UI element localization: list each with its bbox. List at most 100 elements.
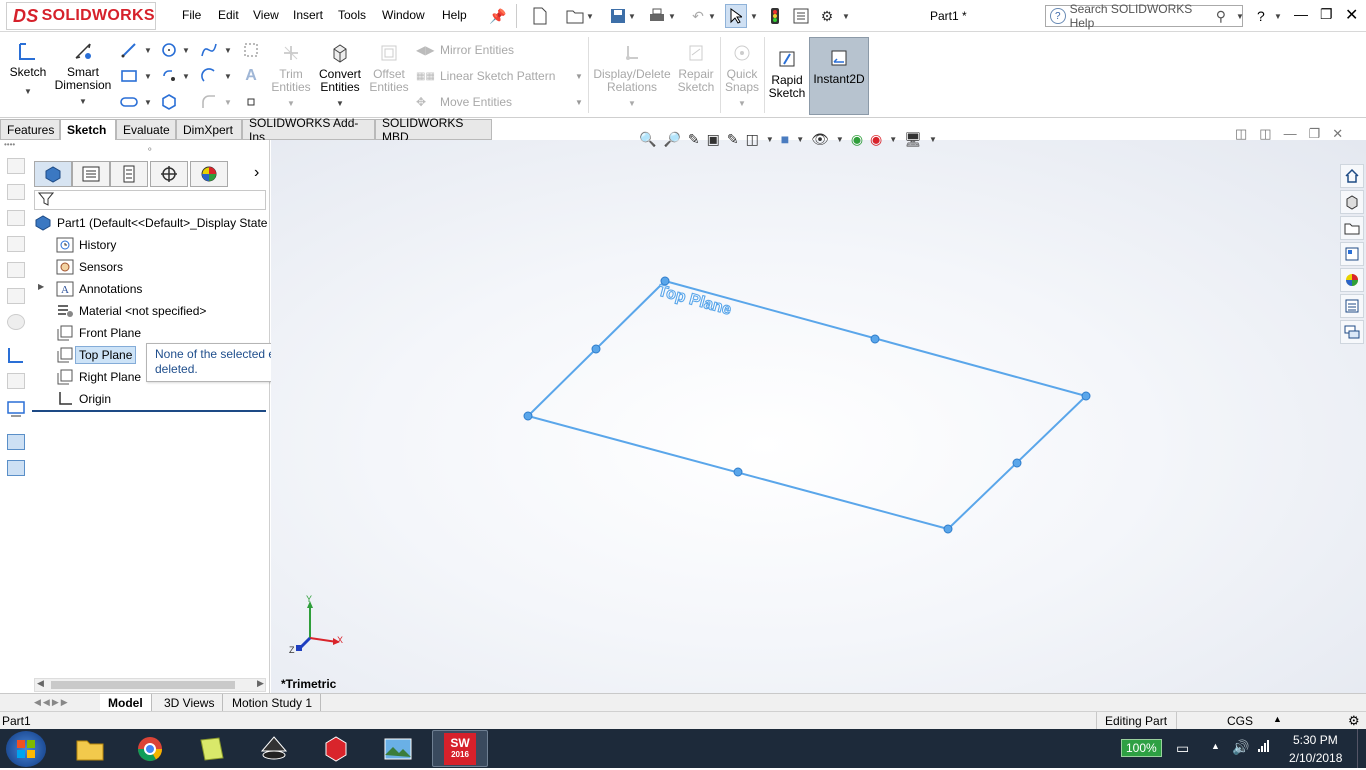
trim-entities-button[interactable]: Trim Entities ▼ — [271, 41, 311, 110]
tab-3d-views[interactable]: 3D Views — [156, 694, 224, 712]
chevron-down-icon[interactable]: ▼ — [708, 12, 716, 21]
point-icon[interactable] — [242, 93, 260, 111]
chevron-down-icon[interactable]: ▼ — [575, 72, 583, 81]
new-document-icon[interactable] — [530, 6, 550, 26]
convert-entities-button[interactable]: Convert Entities ▼ — [316, 41, 364, 110]
chevron-down-icon[interactable]: ▼ — [586, 12, 594, 21]
repair-sketch-button[interactable]: Repair Sketch — [674, 41, 718, 94]
select-pointer-icon[interactable] — [725, 4, 747, 28]
custom-properties-icon[interactable] — [1340, 294, 1364, 318]
chevron-down-icon[interactable]: ▼ — [1274, 12, 1282, 21]
chevron-down-icon[interactable]: ▼ — [144, 72, 152, 81]
strip-feature-icon[interactable] — [7, 210, 25, 226]
straight-slot-icon[interactable] — [120, 93, 138, 111]
mirror-entities-button[interactable]: ◀▶ Mirror Entities — [416, 43, 514, 57]
expand-arrow-icon[interactable]: ▶ — [38, 282, 44, 291]
tree-item-front-plane[interactable]: Front Plane — [56, 323, 141, 343]
network-signal-icon[interactable] — [1257, 739, 1271, 756]
first-tab-icon[interactable]: ◀ — [34, 697, 41, 708]
close-icon[interactable]: ✕ — [1345, 5, 1358, 25]
chevron-down-icon[interactable]: ▼ — [738, 97, 746, 110]
dimxpert-manager-tab-icon[interactable] — [150, 161, 188, 187]
move-entities-button[interactable]: ✥ Move Entities — [416, 95, 512, 109]
chevron-down-icon[interactable]: ▼ — [628, 97, 636, 110]
solidworks-logo[interactable]: DS SOLIDWORKS — [6, 2, 156, 30]
design-library-icon[interactable] — [1340, 190, 1364, 214]
tree-horizontal-scrollbar[interactable]: ◀ ▶ — [34, 678, 266, 692]
tab-sketch[interactable]: Sketch — [60, 119, 116, 140]
menu-window[interactable]: Window — [382, 8, 425, 22]
tree-item-annotations[interactable]: A Annotations — [56, 279, 142, 299]
restore-icon[interactable]: ❐ — [1320, 6, 1333, 23]
chevron-down-icon[interactable]: ▼ — [144, 46, 152, 55]
plane-vertex[interactable] — [523, 411, 533, 421]
chevron-down-icon[interactable]: ▼ — [668, 12, 676, 21]
slot-icon[interactable] — [160, 67, 178, 85]
plane-vertex[interactable] — [1081, 391, 1091, 401]
options-gear-icon[interactable]: ⚙ — [817, 6, 837, 26]
strip-feature-icon[interactable] — [7, 184, 25, 200]
start-button-icon[interactable] — [6, 731, 46, 767]
display-manager-tab-icon[interactable] — [190, 161, 228, 187]
instant2d-button[interactable]: Instant2D — [809, 37, 869, 115]
prev-tab-icon[interactable]: ◀ — [43, 697, 50, 708]
tab-evaluate[interactable]: Evaluate — [116, 119, 176, 140]
rollback-bar[interactable] — [32, 410, 266, 412]
chevron-down-icon[interactable]: ▼ — [750, 12, 758, 21]
sketch-button[interactable]: Sketch ▼ — [8, 39, 48, 98]
line-icon[interactable] — [120, 41, 138, 59]
configuration-manager-tab-icon[interactable] — [110, 161, 148, 187]
strip-feature-icon[interactable] — [7, 158, 25, 174]
plane-outline[interactable] — [523, 276, 1091, 534]
show-desktop-button[interactable] — [1357, 729, 1366, 768]
strip-sketch-icon[interactable] — [6, 346, 26, 367]
polygon-icon[interactable] — [160, 93, 178, 111]
solidworks-taskbar-icon[interactable]: SW 2016 — [432, 730, 488, 767]
clock-date[interactable]: 2/10/2018 — [1289, 751, 1342, 765]
undo-icon[interactable]: ↶ — [688, 6, 708, 26]
chevron-down-icon[interactable]: ▼ — [287, 97, 295, 110]
chevron-down-icon[interactable]: ▼ — [182, 46, 190, 55]
feature-manager-tab-icon[interactable] — [34, 161, 72, 187]
volume-icon[interactable]: 🔊 — [1232, 739, 1249, 756]
top-plane-sketch[interactable]: Top Plane — [271, 140, 1366, 695]
inkscape-taskbar-icon[interactable] — [246, 730, 302, 767]
tab-features[interactable]: Features — [0, 119, 60, 140]
tree-root-part[interactable]: Part1 (Default<<Default>_Display State — [34, 213, 270, 233]
open-icon[interactable] — [565, 6, 585, 26]
chevron-down-icon[interactable]: ▼ — [842, 12, 850, 21]
battery-icon[interactable]: ▭ — [1176, 740, 1189, 757]
chevron-down-icon[interactable]: ▼ — [24, 85, 32, 98]
search-field[interactable]: ? Search SOLIDWORKS Help ⚲ — [1045, 2, 1243, 30]
tab-solidworks-mbd[interactable]: SOLIDWORKS MBD — [375, 116, 492, 144]
construction-geometry-icon[interactable] — [242, 41, 260, 59]
forum-icon[interactable] — [1340, 320, 1364, 344]
chrome-taskbar-icon[interactable] — [122, 730, 178, 767]
spline-icon[interactable] — [200, 41, 218, 59]
chevron-right-icon[interactable]: › — [254, 164, 259, 182]
search-icon[interactable]: ⚲ — [1216, 8, 1226, 25]
notes-taskbar-icon[interactable] — [184, 730, 240, 767]
plane-midpoint[interactable] — [733, 467, 743, 477]
unit-menu-chevron-up-icon[interactable]: ▲ — [1273, 714, 1282, 724]
show-hidden-icons-chevron-up-icon[interactable]: ▲ — [1211, 741, 1220, 751]
tab-solidworks-add-ins[interactable]: SOLIDWORKS Add-Ins — [242, 116, 375, 144]
menu-tools[interactable]: Tools — [338, 8, 366, 22]
print-icon[interactable] — [647, 6, 667, 26]
strip-feature-icon[interactable] — [7, 288, 25, 304]
tree-item-top-plane[interactable]: Top Plane — [56, 345, 137, 365]
plane-border[interactable] — [526, 279, 1088, 531]
text-icon[interactable]: A — [242, 67, 260, 85]
menu-file[interactable]: File — [182, 8, 201, 22]
display-delete-relations-button[interactable]: Display/Delete Relations ▼ — [592, 41, 672, 110]
linear-sketch-pattern-button[interactable]: ▦▦ Linear Sketch Pattern — [416, 69, 555, 83]
arc-icon[interactable] — [200, 67, 218, 85]
circle-icon[interactable] — [160, 41, 178, 59]
last-tab-icon[interactable]: ▶ — [61, 697, 68, 708]
plane-midpoint[interactable] — [870, 334, 880, 344]
tab-dimxpert[interactable]: DimXpert — [176, 119, 242, 140]
chevron-down-icon[interactable]: ▼ — [336, 97, 344, 110]
help-button[interactable]: ? — [1257, 8, 1265, 24]
strip-feature-icon[interactable] — [7, 262, 25, 278]
rebuild-traffic-light-icon[interactable] — [765, 6, 785, 26]
